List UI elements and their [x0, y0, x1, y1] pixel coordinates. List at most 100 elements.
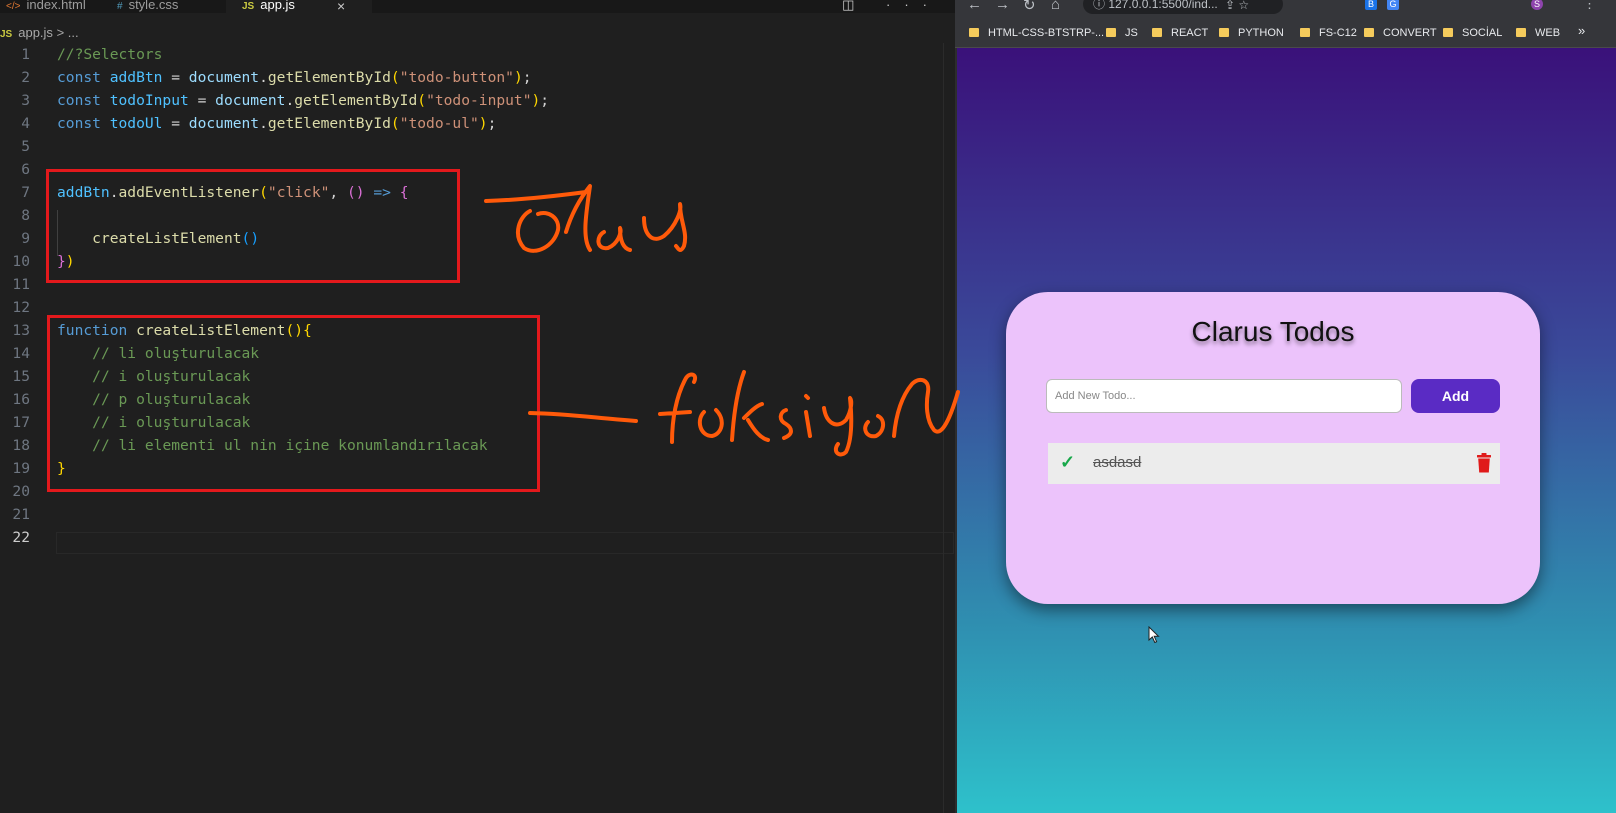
page-viewport: Clarus Todos Add ✓ asdasd — [957, 48, 1616, 813]
menu-kebab-icon[interactable]: ⋮ — [1583, 0, 1596, 12]
line-number: 6 — [21, 161, 30, 178]
folder-icon — [969, 27, 979, 37]
code-token: getElementById — [267, 115, 391, 132]
mouse-cursor-icon — [1148, 626, 1160, 644]
todo-text: asdasd — [1093, 454, 1142, 471]
code-token: ; — [540, 92, 550, 109]
line-number: 3 — [21, 92, 30, 109]
code-line[interactable]: 4 const todoUl = document.getElementById(… — [0, 112, 955, 135]
code-text: const addBtn = document.getElementById("… — [57, 66, 532, 89]
add-button[interactable]: Add — [1411, 379, 1500, 413]
list-item: ✓ asdasd — [1048, 443, 1500, 644]
code-line[interactable]: 2 const addBtn = document.getElementById(… — [0, 66, 955, 89]
code-token: = — [188, 92, 216, 109]
code-token: document — [188, 69, 260, 86]
code-line[interactable]: 21 — [0, 503, 955, 526]
line-number: 21 — [12, 506, 30, 523]
code-token: const — [57, 92, 110, 109]
code-text: const todoInput = document.getElementByI… — [57, 89, 549, 112]
code-token: ) — [513, 69, 523, 86]
url-text: ⓘ 127.0.0.1:5500/ind... — [1093, 0, 1218, 11]
back-icon[interactable]: ← — [967, 0, 982, 13]
todo-input[interactable] — [1046, 379, 1402, 413]
bookmark-social[interactable]: SOCİAL — [1443, 25, 1502, 41]
code-token: ( — [390, 115, 400, 132]
event-listener-highlight-box — [46, 169, 460, 283]
bookmark-html-css[interactable]: HTML-CSS-BTSTRP-... — [969, 25, 1104, 41]
code-token: = — [162, 115, 189, 132]
forward-icon[interactable]: → — [995, 0, 1010, 13]
line-number: 11 — [12, 276, 30, 293]
breadcrumb-tail[interactable]: ... — [68, 25, 79, 40]
code-token: document — [215, 92, 286, 109]
code-token: ) — [478, 115, 488, 132]
function-highlight-box — [47, 315, 540, 492]
breadcrumb-separator: > — [56, 25, 65, 40]
breadcrumb: JS app.js > ... — [0, 24, 79, 42]
code-line[interactable]: 1 //?Selectors — [0, 43, 955, 66]
page-title: Clarus Todos — [1191, 316, 1355, 347]
todo-list: ✓ asdasd — [1048, 443, 1500, 644]
code-token: = — [162, 69, 189, 86]
browser-toolbar: ← → ↻ ⌂ ⓘ 127.0.0.1:5500/ind... ⇪ ☆ B G … — [955, 0, 1616, 18]
code-token: ; — [487, 115, 497, 132]
line-number: 17 — [12, 414, 30, 431]
line-number: 15 — [12, 368, 30, 385]
code-token: ) — [531, 92, 541, 109]
bookmark-star-icon[interactable]: ⇪ ☆ — [1225, 0, 1249, 12]
extension-b-icon[interactable]: B — [1365, 0, 1377, 10]
code-token: . — [259, 69, 268, 86]
more-bookmarks-icon[interactable]: » — [1578, 23, 1585, 38]
split-editor-icon[interactable]: ◫ ··· — [842, 0, 941, 13]
todo-card: Clarus Todos Add ✓ asdasd — [1006, 292, 1540, 644]
code-token: todoInput — [109, 92, 189, 109]
tab-index-html[interactable]: </> index.html — [0, 0, 108, 13]
line-number: 20 — [12, 483, 30, 500]
code-text: const todoUl = document.getElementById("… — [57, 112, 496, 135]
code-line[interactable]: 5 — [0, 135, 955, 158]
tab-style-css[interactable]: # style.css — [103, 0, 239, 13]
close-tab-icon[interactable]: × — [337, 0, 345, 14]
reload-icon[interactable]: ↻ — [1023, 0, 1036, 14]
home-icon[interactable]: ⌂ — [1051, 0, 1060, 13]
bookmark-convert[interactable]: CONVERT — [1364, 25, 1437, 41]
extension-g-icon[interactable]: G — [1387, 0, 1399, 10]
code-token: "todo-ul" — [399, 115, 479, 132]
code-line[interactable]: 22 — [0, 526, 955, 549]
code-token: ( — [390, 69, 400, 86]
folder-icon — [1443, 27, 1453, 37]
check-icon[interactable]: ✓ — [1060, 452, 1075, 473]
breadcrumb-file[interactable]: app.js — [18, 25, 53, 40]
code-token: todoUl — [109, 115, 163, 132]
js-file-icon: JS — [0, 29, 13, 40]
bookmark-fs-c12[interactable]: FS-C12 — [1300, 25, 1357, 41]
code-editor: </> index.html # style.css JS app.js × ◫ ··… — [0, 0, 955, 813]
bookmark-python[interactable]: PYTHON — [1219, 25, 1284, 41]
trash-icon[interactable] — [1476, 453, 1492, 473]
line-number: 8 — [21, 207, 30, 224]
profile-avatar[interactable]: S — [1531, 0, 1543, 10]
line-number: 12 — [12, 299, 30, 316]
css-file-icon: # — [117, 1, 123, 12]
js-file-icon: JS — [242, 1, 255, 12]
bookmark-react[interactable]: REACT — [1152, 25, 1208, 41]
address-bar[interactable]: ⓘ 127.0.0.1:5500/ind... — [1083, 0, 1283, 14]
line-number: 19 — [12, 460, 30, 477]
code-token: //?Selectors — [57, 46, 163, 63]
code-token: getElementById — [267, 69, 391, 86]
line-number: 5 — [21, 138, 30, 155]
line-number: 14 — [12, 345, 30, 362]
code-token: document — [188, 115, 260, 132]
line-number: 4 — [21, 115, 30, 132]
code-line[interactable]: 3 const todoInput = document.getElementBy… — [0, 89, 955, 112]
bookmark-web[interactable]: WEB — [1516, 25, 1560, 41]
scrollbar-track[interactable] — [943, 43, 944, 813]
tab-app-js[interactable]: JS app.js — [226, 0, 372, 13]
code-token: addBtn — [109, 69, 163, 86]
code-token: const — [57, 115, 110, 132]
bookmark-js[interactable]: JS — [1106, 25, 1138, 41]
folder-icon — [1106, 27, 1116, 37]
code-token: const — [57, 69, 110, 86]
folder-icon — [1516, 27, 1526, 37]
line-number: 22 — [12, 529, 30, 546]
